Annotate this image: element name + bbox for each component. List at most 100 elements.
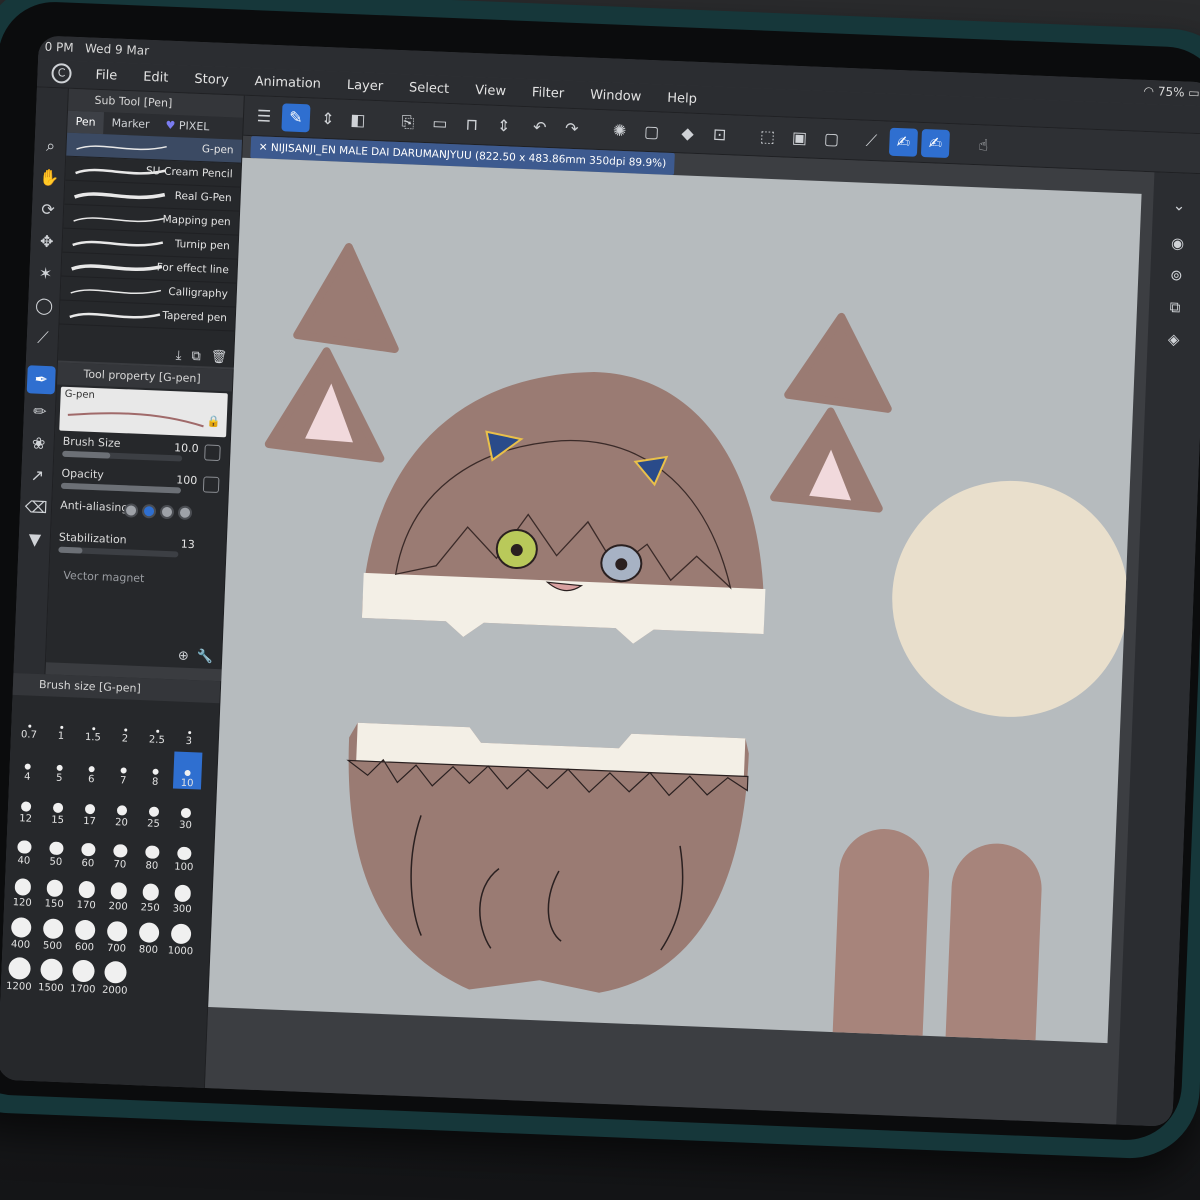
navigator-icon[interactable]: ◉: [1165, 231, 1190, 256]
brush-size-pressure-checkbox[interactable]: [204, 444, 221, 462]
lasso-icon[interactable]: ◯: [30, 291, 59, 320]
brush-size-cell[interactable]: 6: [77, 748, 106, 786]
updown-arrows-icon[interactable]: ⇕: [313, 105, 342, 134]
brush-size-cell[interactable]: 1.5: [79, 706, 108, 744]
canvas-page[interactable]: [208, 157, 1142, 1044]
open-folder-icon[interactable]: ▭: [425, 109, 454, 138]
magic-wand-icon[interactable]: ✶: [31, 259, 60, 288]
tab-pixel[interactable]: ♥ PIXEL: [157, 114, 218, 138]
eraser-icon[interactable]: ⌫: [22, 493, 51, 522]
layer-properties-icon[interactable]: ◈: [1161, 327, 1186, 352]
menu-layer[interactable]: Layer: [347, 78, 384, 94]
duplicate-icon[interactable]: ⧉: [191, 349, 201, 364]
new-file-icon[interactable]: ⎘: [393, 108, 422, 137]
gesture-icon[interactable]: ☝: [969, 131, 998, 160]
brush-size-cell[interactable]: 1000: [166, 919, 195, 957]
brush-b-icon[interactable]: ✍: [920, 128, 950, 159]
brush-size-value[interactable]: 10.0: [162, 441, 199, 455]
brush-size-cell[interactable]: 30: [171, 793, 200, 831]
menu-select[interactable]: Select: [409, 80, 450, 97]
pen-tool-icon[interactable]: ✒: [26, 365, 56, 395]
fill-icon[interactable]: ◆: [673, 119, 702, 148]
rotate-icon[interactable]: ⟳: [34, 195, 63, 224]
lock-icon[interactable]: 🔒: [207, 415, 221, 429]
airbrush-icon[interactable]: ↗: [23, 461, 52, 490]
brush-size-cell[interactable]: 7: [109, 749, 138, 787]
redo-icon[interactable]: ↷: [557, 114, 586, 143]
trash-icon[interactable]: 🗑: [210, 350, 227, 366]
brush-size-cell[interactable]: 4: [13, 745, 42, 783]
layer-select-icon[interactable]: ◧: [343, 106, 372, 135]
download-icon[interactable]: ⤓: [175, 348, 181, 363]
brush-size-cell[interactable]: 100: [170, 835, 199, 873]
clear-icon[interactable]: ▢: [637, 118, 666, 147]
brush-size-cell[interactable]: 500: [38, 914, 67, 952]
opacity-value[interactable]: 100: [161, 473, 198, 487]
brush-size-cell[interactable]: 2.5: [143, 708, 172, 746]
brush-size-cell[interactable]: 400: [6, 913, 35, 951]
menu-animation[interactable]: Animation: [254, 74, 321, 92]
brush-size-cell[interactable]: 80: [138, 834, 167, 872]
brush-a-icon[interactable]: ✍: [888, 127, 919, 157]
zoom-icon[interactable]: ⌕: [36, 131, 65, 160]
brush-size-cell[interactable]: 15: [43, 788, 72, 826]
aa-medium-option[interactable]: [159, 504, 175, 520]
aa-none-option[interactable]: [123, 503, 139, 518]
modify-tool-icon[interactable]: ✎: [281, 103, 311, 133]
invert-selection-icon[interactable]: ▣: [785, 124, 814, 153]
brush-size-cell[interactable]: 3: [175, 710, 204, 748]
fill-bucket-icon[interactable]: ▼: [20, 525, 49, 554]
brush-size-cell[interactable]: 600: [70, 915, 99, 953]
brush-size-cell[interactable]: 40: [10, 829, 39, 867]
brush-size-cell[interactable]: 300: [168, 877, 197, 915]
menu-story[interactable]: Story: [194, 72, 229, 88]
opacity-pressure-checkbox[interactable]: [202, 476, 220, 494]
app-logo-icon[interactable]: C: [51, 62, 72, 84]
brush-size-cell[interactable]: 2000: [101, 959, 130, 997]
hamburger-menu-icon[interactable]: ☰: [249, 102, 278, 131]
menu-help[interactable]: Help: [667, 91, 697, 107]
aa-weak-option[interactable]: [141, 503, 157, 519]
deselect-icon[interactable]: ⬚: [753, 122, 782, 151]
brush-size-cell[interactable]: 2: [111, 707, 140, 745]
brush-size-cell[interactable]: 800: [134, 918, 163, 956]
brush-size-cell[interactable]: 50: [42, 830, 71, 868]
decoration-icon[interactable]: ❀: [24, 429, 53, 458]
chevron-down-icon[interactable]: ⌄: [1167, 193, 1192, 218]
layers-icon[interactable]: ⧉: [1163, 295, 1188, 320]
menu-window[interactable]: Window: [590, 88, 642, 105]
brush-size-cell[interactable]: 200: [104, 875, 133, 913]
transform-icon[interactable]: ⊡: [705, 120, 734, 149]
brush-size-cell[interactable]: 1: [47, 704, 76, 742]
undo-icon[interactable]: ↶: [525, 113, 554, 142]
scroll-arrows-icon[interactable]: ⇕: [489, 112, 518, 141]
brush-size-cell[interactable]: 700: [102, 917, 131, 955]
tab-pen[interactable]: Pen: [67, 110, 105, 135]
brush-size-cell[interactable]: 8: [141, 750, 170, 788]
move-icon[interactable]: ✥: [32, 227, 61, 256]
brush-size-cell[interactable]: 120: [8, 871, 37, 909]
brush-size-cell[interactable]: 1700: [69, 957, 98, 995]
menu-edit[interactable]: Edit: [143, 70, 169, 86]
brush-size-cell[interactable]: 17: [75, 790, 104, 828]
brush-size-cell[interactable]: 60: [74, 832, 103, 870]
wrench-icon[interactable]: 🔧: [197, 649, 214, 665]
settings-dial-icon[interactable]: ⊕: [178, 649, 189, 664]
brush-size-cell[interactable]: 25: [139, 792, 168, 830]
hand-icon[interactable]: ✋: [35, 163, 64, 192]
eyedropper-icon[interactable]: ⟋: [28, 323, 57, 352]
menu-filter[interactable]: Filter: [532, 85, 565, 101]
reference-icon[interactable]: ⊚: [1164, 263, 1189, 288]
pencil-icon[interactable]: ✏: [25, 397, 54, 426]
brush-size-cell[interactable]: 150: [40, 872, 69, 910]
stabilization-value[interactable]: 13: [159, 537, 195, 552]
brush-size-cell[interactable]: 5: [45, 746, 74, 784]
brush-size-cell[interactable]: 1500: [37, 956, 66, 994]
save-icon[interactable]: ⊓: [457, 110, 486, 139]
brush-size-cell[interactable]: 70: [106, 833, 135, 871]
brush-size-cell[interactable]: 1200: [5, 955, 34, 993]
brush-size-cell[interactable]: 10: [172, 751, 203, 790]
close-tab-icon[interactable]: ✕: [258, 141, 267, 153]
tab-marker[interactable]: Marker: [103, 112, 158, 136]
brush-size-cell[interactable]: 170: [72, 874, 101, 912]
